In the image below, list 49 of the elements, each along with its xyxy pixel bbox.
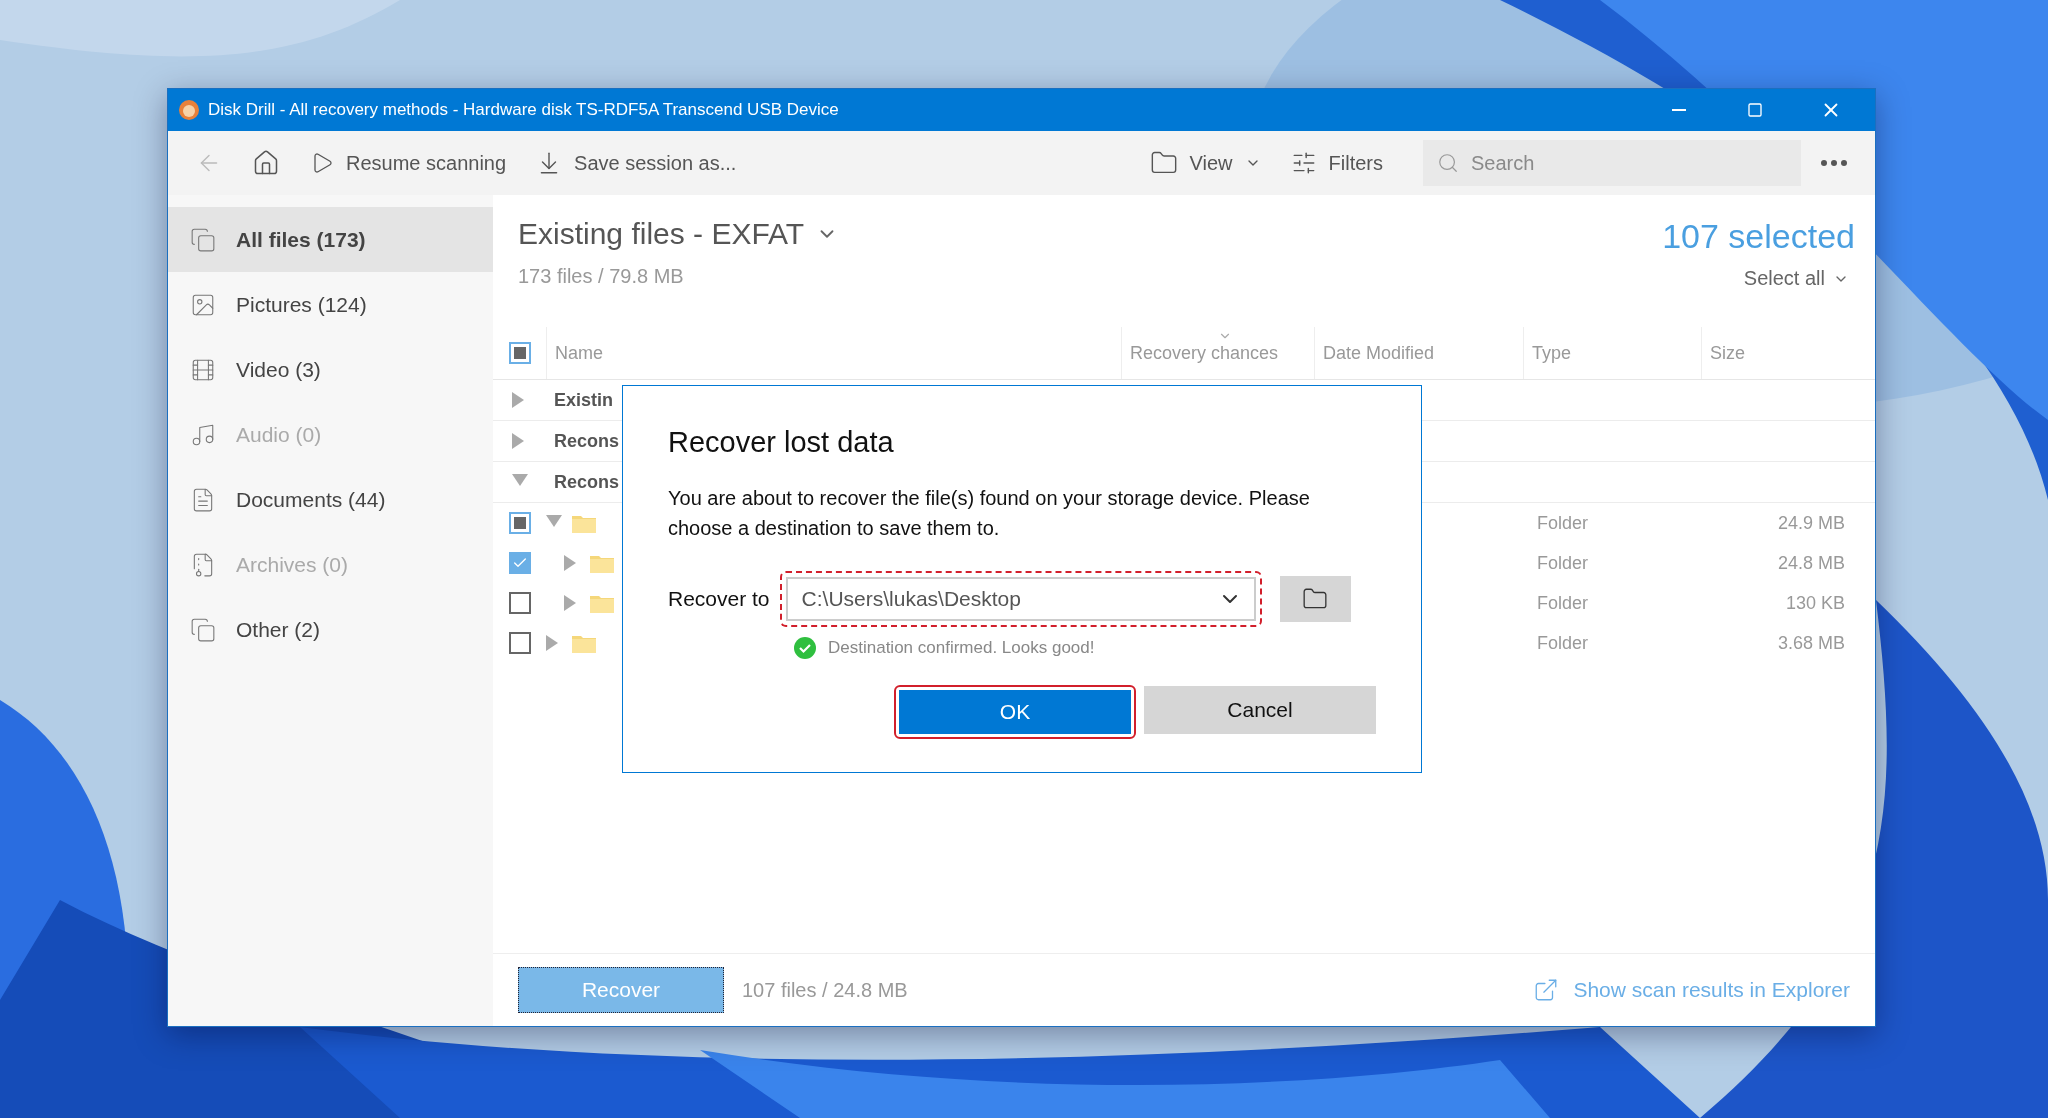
checkbox[interactable] <box>508 592 531 614</box>
search-icon <box>1437 152 1459 174</box>
recover-summary: 107 files / 24.8 MB <box>742 978 908 1002</box>
home-icon <box>252 149 280 177</box>
files-summary: 173 files / 79.8 MB <box>518 265 685 288</box>
field-label: Recover to <box>668 587 770 611</box>
type-cell-text: Folder <box>1536 632 1590 654</box>
app-logo-icon <box>178 99 200 121</box>
group-name: Recons <box>554 430 620 452</box>
status-message: Destination confirmed. Looks good! <box>828 638 1095 658</box>
browse-folder-button[interactable] <box>1279 576 1351 622</box>
folder-icon <box>590 553 614 573</box>
type-cell-text: Folder <box>1536 552 1590 574</box>
folder-icon <box>572 513 596 533</box>
dialog-title: Recover lost data <box>668 426 895 459</box>
search-field[interactable]: Search <box>1423 140 1801 186</box>
checkbox[interactable] <box>508 632 531 654</box>
cancel-button[interactable]: Cancel <box>1144 686 1376 734</box>
sidebar-item[interactable]: All files (173) <box>168 207 493 272</box>
destination-dropdown[interactable]: C:\Users\lukas\Desktop <box>785 577 1256 621</box>
resume-scanning-button[interactable]: Resume scanning <box>300 145 517 181</box>
files-icon <box>190 616 216 643</box>
check-circle-icon <box>794 637 816 659</box>
dialog-message: You are about to recover the file(s) found on your storage device. Please choose a destination to save them to. <box>668 486 1311 541</box>
more-icon <box>1821 160 1847 166</box>
window-title: Disk Drill - All recovery methods - Hardware disk TS-RDF5A Transcend USB Device <box>208 100 840 120</box>
folder-icon <box>590 593 614 613</box>
type-cell-text: Folder <box>1536 592 1590 614</box>
type-cell-text: Folder <box>1536 512 1590 534</box>
minimize-icon <box>1672 109 1686 111</box>
maximize-icon <box>1747 102 1763 118</box>
view-button[interactable]: View <box>1139 143 1271 183</box>
save-session-button[interactable]: Save session as... <box>526 144 747 182</box>
select-all-dropdown[interactable]: Select all <box>1737 266 1855 291</box>
selected-count: 107 selected <box>1662 217 1855 256</box>
size-cell-text: 130 KB <box>1784 592 1846 614</box>
scan-title-dropdown[interactable]: Existing files - EXFAT <box>518 217 839 251</box>
group-name: Existin <box>554 389 614 411</box>
size-cell-text: 24.8 MB <box>1776 552 1846 574</box>
size-cell-text: 3.68 MB <box>1776 632 1846 654</box>
checkbox[interactable] <box>508 552 531 574</box>
filters-button[interactable]: Filters <box>1280 144 1393 182</box>
files-icon <box>190 226 216 253</box>
size-cell-text: 24.9 MB <box>1776 512 1846 534</box>
checkbox[interactable] <box>508 512 531 534</box>
group-name: Recons <box>554 471 620 493</box>
checkbox[interactable] <box>508 342 531 364</box>
folder-icon <box>572 633 596 653</box>
ok-button[interactable]: OK <box>899 690 1131 734</box>
